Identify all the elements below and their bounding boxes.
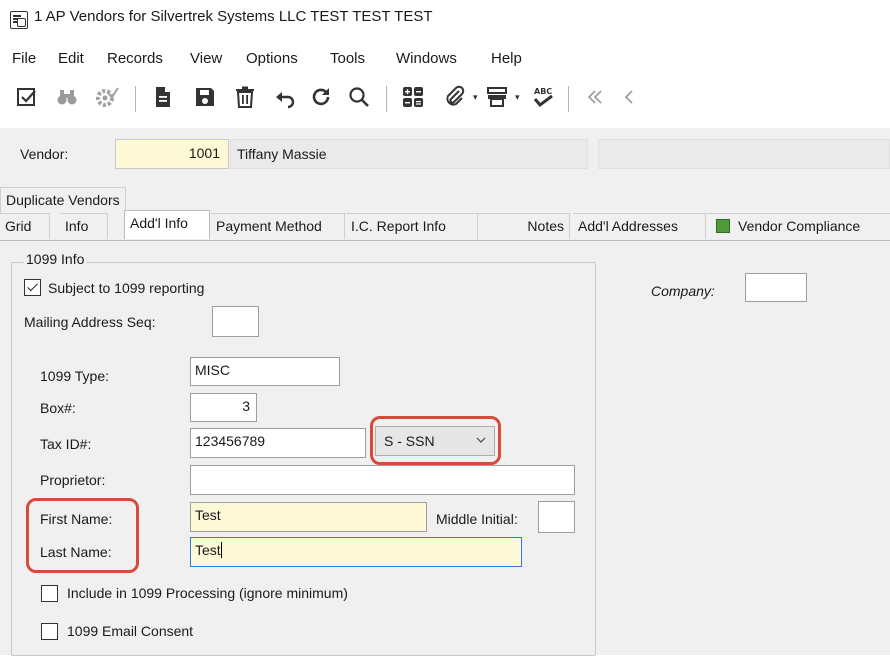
tax-type-highlight bbox=[370, 416, 501, 465]
vendor-label: Vendor: bbox=[20, 146, 69, 162]
edit-check-icon[interactable] bbox=[12, 82, 42, 112]
delete-icon[interactable] bbox=[230, 82, 260, 112]
first-name-field[interactable]: Test bbox=[190, 502, 427, 532]
save-icon[interactable] bbox=[190, 82, 220, 112]
vendor-name-display: Tiffany Massie bbox=[230, 139, 588, 169]
toolbar-separator bbox=[135, 86, 136, 112]
toolbar-separator bbox=[386, 86, 387, 112]
search-icon[interactable] bbox=[344, 82, 374, 112]
tab-addl-addresses[interactable]: Add'l Addresses bbox=[573, 213, 706, 239]
company-field[interactable] bbox=[745, 273, 807, 302]
group-1099-title: 1099 Info bbox=[24, 251, 87, 267]
tax-id-label: Tax ID#: bbox=[40, 436, 92, 452]
vendor-id-field[interactable]: 1001 bbox=[115, 139, 229, 169]
mailing-address-seq-field[interactable] bbox=[212, 306, 259, 337]
box-number-label: Box#: bbox=[40, 400, 76, 416]
subject-1099-checkbox[interactable] bbox=[24, 279, 41, 296]
binoculars-icon[interactable] bbox=[52, 82, 82, 112]
menu-view[interactable]: View bbox=[190, 50, 222, 67]
1099-type-label: 1099 Type: bbox=[40, 368, 110, 384]
subject-1099-label: Subject to 1099 reporting bbox=[48, 280, 205, 296]
email-consent-checkbox[interactable] bbox=[41, 623, 58, 640]
tab-grid[interactable]: Grid bbox=[0, 213, 50, 239]
tab-info[interactable]: Info bbox=[60, 213, 108, 239]
include-1099-processing-label: Include in 1099 Processing (ignore minim… bbox=[67, 585, 348, 601]
calculator-icon[interactable] bbox=[398, 82, 428, 112]
middle-initial-label: Middle Initial: bbox=[436, 511, 518, 527]
menu-file[interactable]: File bbox=[12, 50, 36, 67]
menu-bar: File Edit Records View Options Tools Win… bbox=[0, 46, 890, 74]
last-name-field[interactable]: Test bbox=[190, 537, 522, 567]
menu-options[interactable]: Options bbox=[246, 50, 298, 67]
tab-vendor-compliance-label: Vendor Compliance bbox=[738, 218, 861, 234]
tab-vendor-compliance[interactable]: Vendor Compliance bbox=[707, 213, 890, 239]
name-labels-highlight bbox=[26, 498, 139, 573]
window-title: 1 AP Vendors for Silvertrek Systems LLC … bbox=[34, 8, 433, 25]
gear-check-icon[interactable] bbox=[92, 82, 122, 112]
tab-duplicate-vendors[interactable]: Duplicate Vendors bbox=[0, 187, 126, 213]
1099-type-field[interactable]: MISC bbox=[190, 357, 340, 386]
last-name-value: Test bbox=[195, 542, 221, 558]
toolbar: ▾ ▾ ABC bbox=[0, 76, 890, 120]
tab-ic-report-info[interactable]: I.C. Report Info bbox=[346, 213, 478, 239]
menu-records[interactable]: Records bbox=[107, 50, 163, 67]
attachment-icon[interactable] bbox=[440, 82, 470, 112]
vendor-extra-display bbox=[598, 139, 890, 169]
app-window-icon bbox=[10, 11, 28, 29]
new-document-icon[interactable] bbox=[148, 82, 178, 112]
email-consent-label: 1099 Email Consent bbox=[67, 623, 194, 639]
menu-windows[interactable]: Windows bbox=[396, 50, 457, 67]
spellcheck-icon[interactable]: ABC bbox=[528, 82, 558, 112]
mailing-address-seq-label: Mailing Address Seq: bbox=[24, 314, 156, 330]
svg-text:ABC: ABC bbox=[534, 87, 552, 96]
proprietor-field[interactable] bbox=[190, 465, 575, 495]
company-label: Company: bbox=[651, 283, 715, 299]
menu-edit[interactable]: Edit bbox=[58, 50, 84, 67]
first-record-icon[interactable] bbox=[580, 82, 610, 112]
tab-notes[interactable]: Notes bbox=[478, 213, 570, 239]
spreadsheet-icon bbox=[716, 219, 730, 233]
include-1099-processing-checkbox[interactable] bbox=[41, 585, 58, 602]
menu-help[interactable]: Help bbox=[491, 50, 522, 67]
tab-payment-method[interactable]: Payment Method bbox=[211, 213, 345, 239]
proprietor-label: Proprietor: bbox=[40, 472, 106, 488]
text-cursor bbox=[220, 542, 222, 558]
print-dropdown-icon[interactable]: ▾ bbox=[515, 92, 525, 102]
previous-record-icon[interactable] bbox=[614, 82, 644, 112]
title-bar: 1 AP Vendors for Silvertrek Systems LLC … bbox=[0, 0, 890, 38]
tax-id-field[interactable]: 123456789 bbox=[190, 428, 366, 458]
undo-icon[interactable] bbox=[270, 82, 300, 112]
menu-tools[interactable]: Tools bbox=[330, 50, 365, 67]
box-number-field[interactable]: 3 bbox=[190, 393, 257, 422]
refresh-icon[interactable] bbox=[306, 82, 336, 112]
toolbar-separator bbox=[568, 86, 569, 112]
print-icon[interactable] bbox=[482, 82, 512, 112]
tab-addl-info[interactable]: Add'l Info bbox=[124, 210, 210, 239]
middle-initial-field[interactable] bbox=[538, 501, 575, 533]
